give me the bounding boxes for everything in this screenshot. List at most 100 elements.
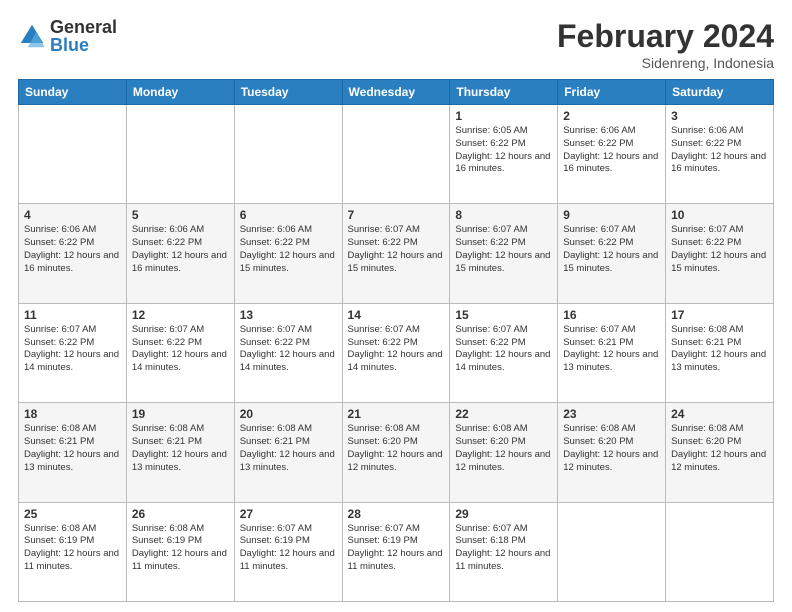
logo-general-text: General: [50, 18, 117, 36]
calendar-cell: 25Sunrise: 6:08 AM Sunset: 6:19 PM Dayli…: [19, 502, 127, 601]
day-number: 21: [348, 407, 445, 421]
day-number: 14: [348, 308, 445, 322]
header: General Blue February 2024 Sidenreng, In…: [18, 18, 774, 71]
calendar-page: General Blue February 2024 Sidenreng, In…: [0, 0, 792, 612]
day-info: Sunrise: 6:07 AM Sunset: 6:22 PM Dayligh…: [455, 324, 552, 375]
calendar-cell: [126, 105, 234, 204]
day-number: 5: [132, 208, 229, 222]
day-number: 23: [563, 407, 660, 421]
week-row-3: 11Sunrise: 6:07 AM Sunset: 6:22 PM Dayli…: [19, 303, 774, 402]
calendar-cell: 8Sunrise: 6:07 AM Sunset: 6:22 PM Daylig…: [450, 204, 558, 303]
day-info: Sunrise: 6:07 AM Sunset: 6:22 PM Dayligh…: [132, 324, 229, 375]
day-info: Sunrise: 6:06 AM Sunset: 6:22 PM Dayligh…: [671, 125, 768, 176]
calendar-cell: 6 Sunrise: 6:06 AM Sunset: 6:22 PM Daylig…: [234, 204, 342, 303]
calendar-cell: 3 Sunrise: 6:06 AM Sunset: 6:22 PM Daylig…: [666, 105, 774, 204]
day-info: Sunrise: 6:08 AM Sunset: 6:20 PM Dayligh…: [563, 423, 660, 474]
logo-icon: [18, 22, 46, 50]
day-info: Sunrise: 6:06 AM Sunset: 6:22 PM Dayligh…: [132, 224, 229, 275]
day-info: Sunrise: 6:07 AM Sunset: 6:22 PM Dayligh…: [348, 224, 445, 275]
day-number: 25: [24, 507, 121, 521]
title-block: February 2024 Sidenreng, Indonesia: [557, 18, 774, 71]
month-title: February 2024: [557, 18, 774, 55]
logo-text: General Blue: [50, 18, 117, 54]
day-info: Sunrise: 6:05 AM Sunset: 6:22 PM Dayligh…: [455, 125, 552, 176]
day-number: 18: [24, 407, 121, 421]
day-info: Sunrise: 6:08 AM Sunset: 6:19 PM Dayligh…: [132, 523, 229, 574]
calendar-cell: 12 Sunrise: 6:07 AM Sunset: 6:22 PM Dayli…: [126, 303, 234, 402]
day-header-tuesday: Tuesday: [234, 80, 342, 105]
week-row-2: 4 Sunrise: 6:06 AM Sunset: 6:22 PM Daylig…: [19, 204, 774, 303]
day-header-monday: Monday: [126, 80, 234, 105]
calendar-cell: 7 Sunrise: 6:07 AM Sunset: 6:22 PM Daylig…: [342, 204, 450, 303]
day-info: Sunrise: 6:07 AM Sunset: 6:22 PM Dayligh…: [240, 324, 337, 375]
day-number: 16: [563, 308, 660, 322]
calendar-cell: [558, 502, 666, 601]
calendar-cell: 18Sunrise: 6:08 AM Sunset: 6:21 PM Dayli…: [19, 403, 127, 502]
calendar-cell: 19 Sunrise: 6:08 AM Sunset: 6:21 PM Dayli…: [126, 403, 234, 502]
calendar-cell: [234, 105, 342, 204]
calendar-cell: 13 Sunrise: 6:07 AM Sunset: 6:22 PM Dayli…: [234, 303, 342, 402]
day-info: Sunrise: 6:08 AM Sunset: 6:20 PM Dayligh…: [671, 423, 768, 474]
day-number: 3: [671, 109, 768, 123]
day-header-saturday: Saturday: [666, 80, 774, 105]
day-number: 19: [132, 407, 229, 421]
logo-blue-text: Blue: [50, 36, 117, 54]
day-info: Sunrise: 6:07 AM Sunset: 6:22 PM Dayligh…: [24, 324, 121, 375]
day-info: Sunrise: 6:06 AM Sunset: 6:22 PM Dayligh…: [24, 224, 121, 275]
day-info: Sunrise: 6:07 AM Sunset: 6:22 PM Dayligh…: [563, 224, 660, 275]
calendar-cell: [666, 502, 774, 601]
day-number: 2: [563, 109, 660, 123]
day-number: 22: [455, 407, 552, 421]
week-row-4: 18 Sunrise: 6:08 AM Sunset: 6:21 PM Dayli…: [19, 403, 774, 502]
day-header-thursday: Thursday: [450, 80, 558, 105]
day-number: 10: [671, 208, 768, 222]
calendar-cell: 29 Sunrise: 6:07 AM Sunset: 6:18 PM Dayli…: [450, 502, 558, 601]
calendar-cell: 23 Sunrise: 6:08 AM Sunset: 6:20 PM Dayli…: [558, 403, 666, 502]
calendar-cell: 21Sunrise: 6:08 AM Sunset: 6:20 PM Dayli…: [342, 403, 450, 502]
calendar-cell: 17 Sunrise: 6:08 AM Sunset: 6:21 PM Dayli…: [666, 303, 774, 402]
calendar-cell: 20Sunrise: 6:08 AM Sunset: 6:21 PM Dayli…: [234, 403, 342, 502]
day-number: 29: [455, 507, 552, 521]
day-number: 26: [132, 507, 229, 521]
calendar-cell: [342, 105, 450, 204]
day-info: Sunrise: 6:07 AM Sunset: 6:18 PM Dayligh…: [455, 523, 552, 574]
day-number: 15: [455, 308, 552, 322]
day-number: 27: [240, 507, 337, 521]
calendar-cell: 28Sunrise: 6:07 AM Sunset: 6:19 PM Dayli…: [342, 502, 450, 601]
day-header-sunday: Sunday: [19, 80, 127, 105]
day-number: 4: [24, 208, 121, 222]
day-info: Sunrise: 6:07 AM Sunset: 6:22 PM Dayligh…: [455, 224, 552, 275]
calendar-cell: 11Sunrise: 6:07 AM Sunset: 6:22 PM Dayli…: [19, 303, 127, 402]
day-header-wednesday: Wednesday: [342, 80, 450, 105]
calendar-cell: 22 Sunrise: 6:08 AM Sunset: 6:20 PM Dayli…: [450, 403, 558, 502]
day-number: 13: [240, 308, 337, 322]
calendar-cell: 24 Sunrise: 6:08 AM Sunset: 6:20 PM Dayli…: [666, 403, 774, 502]
day-number: 6: [240, 208, 337, 222]
calendar-cell: 10Sunrise: 6:07 AM Sunset: 6:22 PM Dayli…: [666, 204, 774, 303]
day-number: 17: [671, 308, 768, 322]
day-number: 12: [132, 308, 229, 322]
day-number: 24: [671, 407, 768, 421]
day-number: 20: [240, 407, 337, 421]
day-header-row: SundayMondayTuesdayWednesdayThursdayFrid…: [19, 80, 774, 105]
calendar-cell: [19, 105, 127, 204]
day-info: Sunrise: 6:08 AM Sunset: 6:21 PM Dayligh…: [671, 324, 768, 375]
calendar-table: SundayMondayTuesdayWednesdayThursdayFrid…: [18, 79, 774, 602]
calendar-cell: 1 Sunrise: 6:05 AM Sunset: 6:22 PM Daylig…: [450, 105, 558, 204]
calendar-cell: 4 Sunrise: 6:06 AM Sunset: 6:22 PM Daylig…: [19, 204, 127, 303]
week-row-5: 25 Sunrise: 6:08 AM Sunset: 6:19 PM Dayli…: [19, 502, 774, 601]
logo: General Blue: [18, 18, 117, 54]
calendar-cell: 15 Sunrise: 6:07 AM Sunset: 6:22 PM Dayli…: [450, 303, 558, 402]
day-number: 1: [455, 109, 552, 123]
calendar-cell: 16 Sunrise: 6:07 AM Sunset: 6:21 PM Dayli…: [558, 303, 666, 402]
day-number: 9: [563, 208, 660, 222]
day-info: Sunrise: 6:08 AM Sunset: 6:21 PM Dayligh…: [132, 423, 229, 474]
calendar-cell: 14Sunrise: 6:07 AM Sunset: 6:22 PM Dayli…: [342, 303, 450, 402]
day-number: 7: [348, 208, 445, 222]
day-info: Sunrise: 6:06 AM Sunset: 6:22 PM Dayligh…: [240, 224, 337, 275]
day-number: 28: [348, 507, 445, 521]
day-info: Sunrise: 6:06 AM Sunset: 6:22 PM Dayligh…: [563, 125, 660, 176]
day-info: Sunrise: 6:07 AM Sunset: 6:21 PM Dayligh…: [563, 324, 660, 375]
day-header-friday: Friday: [558, 80, 666, 105]
day-info: Sunrise: 6:08 AM Sunset: 6:20 PM Dayligh…: [455, 423, 552, 474]
